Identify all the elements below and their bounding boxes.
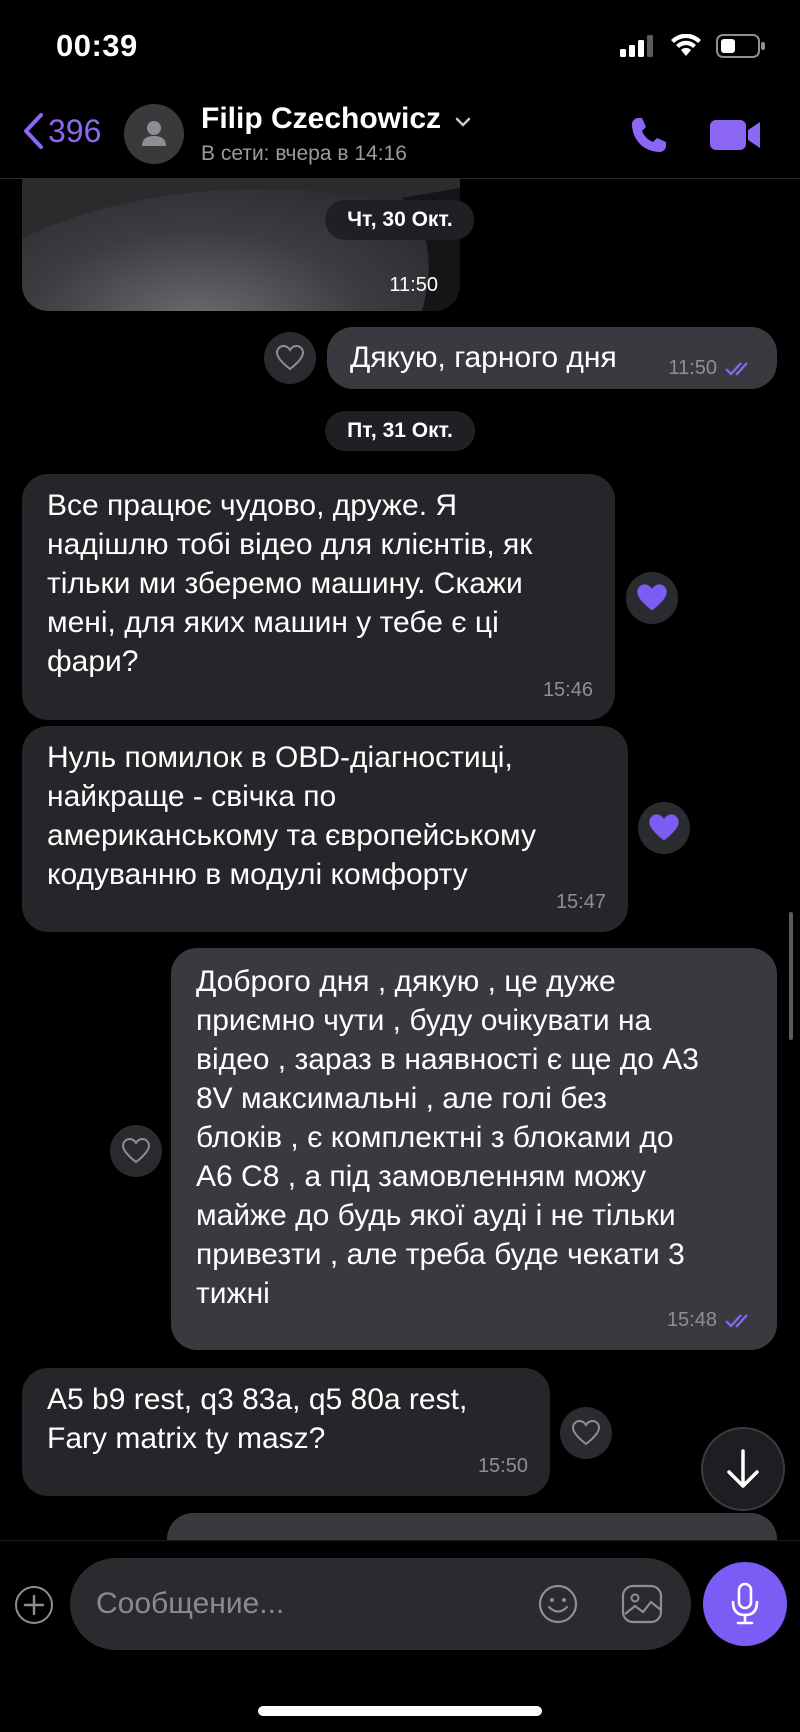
message-text: A5 b9 rest, q3 83a, q5 80a rest, Fary ma…: [47, 1383, 468, 1455]
status-time: 00:39: [56, 28, 138, 63]
signal-icon: [620, 35, 653, 57]
message-time: 15:46: [542, 679, 593, 701]
reaction-button[interactable]: [110, 1125, 162, 1177]
contact-name[interactable]: Filip Czechowicz: [201, 102, 471, 136]
chevron-left-icon: [24, 113, 43, 149]
message-outgoing[interactable]: Доброго дня , дякую , це дуже приємно чу…: [171, 948, 777, 1350]
scroll-to-bottom-button[interactable]: [701, 1427, 785, 1511]
message-time: 15:47: [555, 891, 606, 913]
back-button[interactable]: 396: [22, 112, 101, 150]
message-incoming[interactable]: Нуль помилок в OBD-діагностиці, найкраще…: [22, 726, 628, 932]
wifi-icon: [671, 34, 701, 56]
double-check-icon: [725, 361, 748, 376]
phone-icon[interactable]: [628, 114, 670, 156]
reaction-button[interactable]: [264, 332, 316, 384]
message-time: 11:50: [389, 274, 438, 296]
home-indicator: [258, 1706, 542, 1716]
arrow-down-icon: [727, 1449, 759, 1488]
sticker-icon[interactable]: [537, 1583, 579, 1625]
video-call-icon[interactable]: [708, 116, 762, 154]
message-input[interactable]: [70, 1558, 691, 1650]
message-text: Все працює чудово, друже. Я надішлю тобі…: [47, 489, 533, 678]
chat-header: 396 Filip Czechowicz В сети: вчера в 14:…: [0, 88, 800, 179]
reaction-button[interactable]: [626, 572, 678, 624]
date-separator: Чт, 30 Окт.: [325, 200, 475, 240]
message-incoming[interactable]: Все працює чудово, друже. Я надішлю тобі…: [22, 474, 615, 720]
message-meta: 15:48: [667, 1301, 755, 1340]
message-text: Доброго дня , дякую , це дуже приємно чу…: [196, 965, 699, 1310]
message-meta: 11:50: [668, 349, 755, 388]
date-separator: Пт, 31 Окт.: [325, 411, 475, 451]
double-check-icon: [725, 1313, 748, 1328]
image-message[interactable]: 11:50: [22, 178, 460, 311]
message-text: Нуль помилок в OBD-діагностиці, найкраще…: [47, 741, 537, 891]
message-incoming[interactable]: A5 b9 rest, q3 83a, q5 80a rest, Fary ma…: [22, 1368, 550, 1496]
message-time: 15:50: [477, 1455, 528, 1477]
gallery-icon[interactable]: [621, 1584, 663, 1624]
message-time: 11:50: [668, 357, 717, 379]
heart-filled-icon: [637, 584, 667, 611]
message-time: 15:48: [666, 1309, 717, 1331]
back-count: 396: [48, 112, 102, 149]
heart-outline-icon: [275, 344, 305, 371]
scrollbar[interactable]: [789, 912, 793, 1040]
heart-outline-icon: [121, 1137, 151, 1164]
heart-outline-icon: [571, 1419, 601, 1446]
heart-filled-icon: [649, 814, 679, 841]
battery-icon: [716, 34, 765, 58]
person-icon: [142, 121, 166, 146]
chevron-down-icon: [456, 117, 471, 127]
microphone-icon: [731, 1582, 759, 1625]
mic-button[interactable]: [703, 1562, 787, 1646]
avatar[interactable]: [124, 104, 184, 164]
contact-status: В сети: вчера в 14:16: [201, 142, 407, 165]
plus-circle-icon[interactable]: [14, 1585, 54, 1625]
status-icons: [620, 34, 766, 58]
contact-name-text: Filip Czechowicz: [201, 102, 442, 135]
composer-bar: [0, 1540, 800, 1732]
reaction-button[interactable]: [560, 1407, 612, 1459]
message-outgoing[interactable]: Дякую, гарного дня 11:50: [327, 327, 777, 389]
reaction-button[interactable]: [638, 802, 690, 854]
